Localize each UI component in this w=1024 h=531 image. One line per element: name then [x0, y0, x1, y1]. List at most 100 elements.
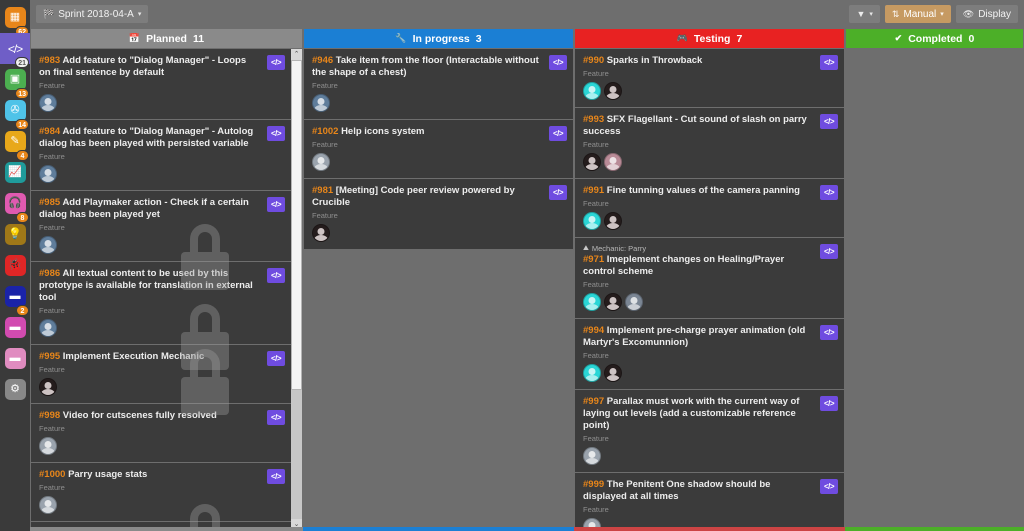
issue-card[interactable]: #1000 Parry usage stats Feature </> — [31, 463, 291, 522]
avatar[interactable] — [604, 212, 622, 230]
rail-item-tasks[interactable]: ▬ 2 — [0, 281, 30, 316]
card-type-label: Feature — [39, 365, 65, 374]
card-code-icon[interactable]: </> — [267, 410, 285, 425]
rail-item-edit-pencil[interactable]: ✎ 4 — [0, 126, 30, 161]
avatar[interactable] — [604, 293, 622, 311]
avatar[interactable] — [39, 378, 57, 396]
column-vertical-scrollbar[interactable]: ⌃ ⌄ — [291, 49, 302, 530]
issue-card[interactable]: #997 Parallax must work with the current… — [575, 390, 844, 473]
issue-card[interactable]: #995 Implement Execution Mechanic Feature… — [31, 345, 291, 404]
card-code-icon[interactable]: </> — [820, 244, 838, 259]
column-card-count: 0 — [968, 32, 975, 45]
avatar[interactable] — [39, 236, 57, 254]
issue-card[interactable]: #985 Add Playmaker action - Check if a c… — [31, 191, 291, 262]
scrollbar-thumb[interactable] — [291, 60, 302, 390]
card-code-icon[interactable]: </> — [267, 469, 285, 484]
avatar[interactable] — [604, 153, 622, 171]
card-code-icon[interactable]: </> — [820, 185, 838, 200]
scroll-up-arrow-icon[interactable]: ⌃ — [291, 49, 302, 60]
sprint-selector-button[interactable]: 🏁 Sprint 2018-04-A ▾ — [36, 5, 149, 23]
issue-card[interactable]: ⛰ Mechanic: Parry #971 Imeplement changes … — [575, 238, 844, 319]
card-type-label: Feature — [39, 483, 65, 492]
issue-card[interactable]: #986 All textual content to be used by t… — [31, 262, 291, 345]
rail-item-settings-gear[interactable]: ⚙ — [0, 374, 30, 405]
rail-item-module-pink[interactable]: ▬ — [0, 312, 30, 343]
rail-item-support-headset[interactable]: 🎧 8 — [0, 188, 30, 223]
avatar[interactable] — [312, 153, 330, 171]
card-code-icon[interactable]: </> — [267, 126, 285, 141]
avatar[interactable] — [39, 437, 57, 455]
card-code-icon[interactable]: </> — [267, 55, 285, 70]
column-body-completed — [846, 49, 1023, 530]
avatar[interactable] — [625, 293, 643, 311]
issue-card[interactable]: #999 The Penitent One shadow should be d… — [575, 473, 844, 530]
code-board-icon: </> — [7, 41, 23, 56]
avatar[interactable] — [39, 165, 57, 183]
issue-card[interactable]: #994 Implement pre-charge prayer animati… — [575, 319, 844, 390]
avatar[interactable] — [39, 496, 57, 514]
issue-card[interactable]: #984 Add feature to "Dialog Manager" - A… — [31, 120, 291, 191]
rail-item-media-gallery[interactable]: ▣ 13 — [0, 64, 30, 99]
card-code-icon[interactable]: </> — [267, 268, 285, 283]
avatar[interactable] — [39, 319, 57, 337]
rail-item-ideas-bulb[interactable]: 💡 — [0, 219, 30, 250]
issue-card[interactable]: #1002 Help icons system Feature </> — [304, 120, 573, 179]
ideas-bulb-icon: 💡 — [4, 224, 26, 245]
card-epic: ⛰ Mechanic: Parry — [583, 244, 836, 253]
chevron-down-icon: ▾ — [137, 11, 142, 18]
card-code-icon[interactable]: </> — [820, 479, 838, 494]
card-issue-number: #1000 — [39, 469, 66, 480]
issue-card[interactable]: #946 Take item from the floor (Interacta… — [304, 49, 573, 120]
column-header-planned[interactable]: 📅 Planned 11 — [31, 29, 302, 48]
card-code-icon[interactable]: </> — [549, 126, 567, 141]
column-header-testing[interactable]: 🎮 Testing 7 — [575, 29, 844, 48]
avatar[interactable] — [312, 224, 330, 242]
rail-item-analytics-chart[interactable]: 📈 — [0, 157, 30, 188]
card-code-icon[interactable]: </> — [549, 55, 567, 70]
issue-card[interactable]: #990 Sparks in Throwback Feature </> — [575, 49, 844, 108]
card-code-icon[interactable]: </> — [820, 114, 838, 129]
flag-icon: 🏁 — [43, 8, 55, 19]
rail-item-design[interactable]: ✇ 14 — [0, 95, 30, 130]
card-assignees — [39, 496, 283, 514]
avatar[interactable] — [583, 447, 601, 465]
avatar[interactable] — [583, 82, 601, 100]
rail-item-bugs[interactable]: 🐞 — [0, 250, 30, 281]
card-title-row: #984 Add feature to "Dialog Manager" - A… — [39, 126, 283, 150]
avatar[interactable] — [583, 364, 601, 382]
issue-card[interactable]: #993 SFX Flagellant - Cut sound of slash… — [575, 108, 844, 179]
card-code-icon[interactable]: </> — [549, 185, 567, 200]
avatar[interactable] — [583, 212, 601, 230]
avatar[interactable] — [583, 293, 601, 311]
card-type-label: Feature — [583, 140, 609, 149]
card-code-icon[interactable]: </> — [267, 351, 285, 366]
backlog-grid-icon: ▦ — [4, 7, 26, 28]
scrollbar-track[interactable] — [291, 60, 302, 519]
avatar[interactable] — [583, 153, 601, 171]
card-title-row: #994 Implement pre-charge prayer animati… — [583, 325, 836, 349]
main-area: 🏁 Sprint 2018-04-A ▾ ▼ ▾ ⇅ Manual ▾ 👁 Di — [30, 0, 1024, 531]
display-button[interactable]: 👁 Display — [955, 5, 1018, 23]
card-code-icon[interactable]: </> — [267, 197, 285, 212]
card-code-icon[interactable]: </> — [820, 396, 838, 411]
card-title: Video for cutscenes fully resolved — [62, 410, 217, 421]
card-code-icon[interactable]: </> — [820, 55, 838, 70]
issue-card[interactable]: #998 Video for cutscenes fully resolved F… — [31, 404, 291, 463]
issue-card[interactable]: #991 Fine tunning values of the camera p… — [575, 179, 844, 238]
card-list-testing: #990 Sparks in Throwback Feature </> #993 S… — [575, 49, 844, 530]
issue-card[interactable]: #983 Add feature to "Dialog Manager" - L… — [31, 49, 291, 120]
avatar[interactable] — [312, 94, 330, 112]
column-header-completed[interactable]: ✔ Completed 0 — [846, 29, 1023, 48]
rail-item-backlog-grid[interactable]: ▦62 — [0, 2, 30, 37]
column-header-inprogress[interactable]: 🔧 In progress 3 — [304, 29, 573, 48]
sort-manual-button[interactable]: ⇅ Manual ▾ — [884, 5, 951, 23]
filter-button[interactable]: ▼ ▾ — [849, 5, 880, 23]
board-column-planned: 📅 Planned 11 #983 Add feature to "Dialog Ma… — [30, 28, 303, 531]
avatar[interactable] — [604, 82, 622, 100]
avatar[interactable] — [604, 364, 622, 382]
avatar[interactable] — [39, 94, 57, 112]
card-code-icon[interactable]: </> — [820, 325, 838, 340]
issue-card[interactable]: #981 [Meeting] Code peer review powered … — [304, 179, 573, 250]
rail-item-module-rose[interactable]: ▬ — [0, 343, 30, 374]
rail-item-code-board[interactable]: </> 21 — [0, 33, 30, 68]
